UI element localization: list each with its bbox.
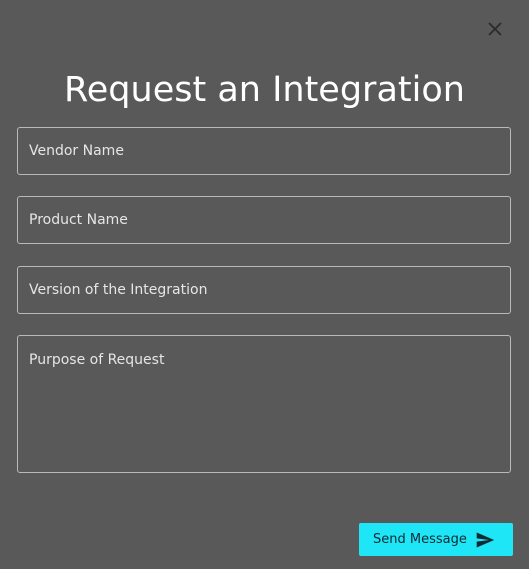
vendor-name-input[interactable] [17, 127, 511, 175]
product-name-input[interactable] [17, 196, 511, 244]
close-button[interactable] [484, 18, 506, 40]
send-message-button[interactable]: Send Message [359, 523, 513, 556]
modal-title: Request an Integration [64, 70, 465, 110]
request-integration-modal: Request an Integration Send Message [0, 0, 529, 569]
send-icon [475, 530, 495, 550]
purpose-of-request-textarea[interactable] [17, 335, 511, 473]
integration-version-input[interactable] [17, 266, 511, 314]
close-icon [488, 22, 502, 36]
send-message-label: Send Message [373, 532, 467, 547]
